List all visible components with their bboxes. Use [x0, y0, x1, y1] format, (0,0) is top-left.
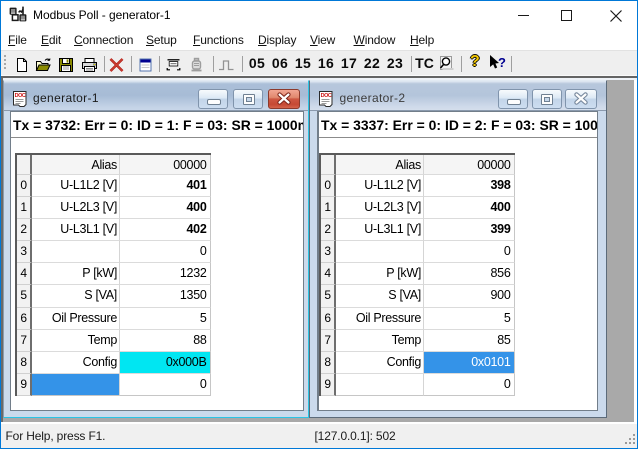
- svg-text:DOC: DOC: [321, 93, 332, 99]
- svg-text:?: ?: [498, 55, 506, 70]
- svg-text:DOC: DOC: [14, 93, 25, 99]
